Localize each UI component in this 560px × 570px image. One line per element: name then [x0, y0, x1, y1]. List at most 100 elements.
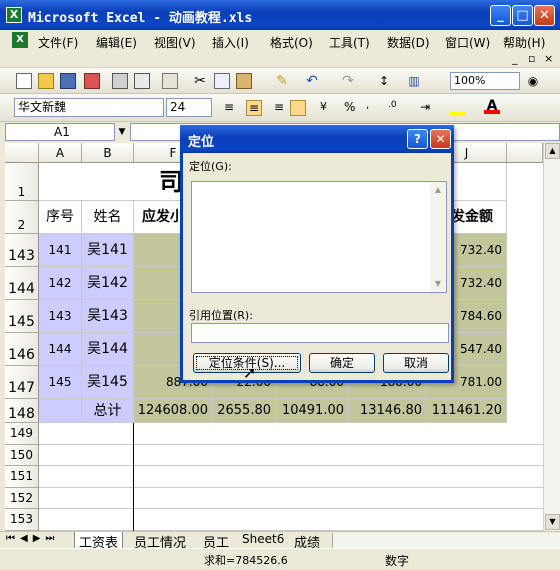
vertical-scrollbar[interactable]: ▲ ▼ — [543, 143, 560, 531]
paste-icon[interactable] — [236, 73, 252, 89]
camera-icon[interactable]: ◉ — [525, 73, 541, 89]
id-cell[interactable]: 144 — [39, 333, 82, 366]
menu-edit[interactable]: 编辑(E) — [96, 34, 137, 51]
column-header-k[interactable] — [507, 143, 543, 163]
total-cell-h[interactable]: 10491.00 — [276, 399, 349, 423]
permission-icon[interactable] — [84, 73, 100, 89]
dialog-close-button[interactable]: ✕ — [430, 129, 451, 149]
ok-button[interactable]: 确定 — [309, 353, 375, 373]
horizontal-scrollbar[interactable] — [332, 533, 560, 548]
redo-icon[interactable]: ↷ — [340, 73, 356, 89]
column-header-b[interactable]: B — [82, 143, 134, 163]
row-header[interactable]: 153 — [5, 509, 39, 531]
row-header[interactable]: 145 — [5, 300, 39, 333]
menu-tools[interactable]: 工具(T) — [329, 34, 370, 51]
increase-decimal-icon[interactable]: .0 — [388, 100, 404, 116]
copy-icon[interactable] — [214, 73, 230, 89]
empty-row-cells[interactable] — [39, 488, 543, 509]
id-cell[interactable]: 142 — [39, 267, 82, 300]
align-left-icon[interactable]: ≡ — [224, 100, 240, 116]
open-icon[interactable] — [38, 73, 54, 89]
sheet-tab[interactable]: Sheet6 — [242, 532, 284, 546]
name-cell[interactable]: 吴141 — [82, 234, 134, 267]
menu-help[interactable]: 帮助(H) — [503, 34, 545, 51]
menu-insert[interactable]: 插入(I) — [212, 34, 249, 51]
menu-format[interactable]: 格式(O) — [270, 34, 313, 51]
row-header[interactable]: 144 — [5, 267, 39, 300]
name-cell[interactable]: 吴145 — [82, 366, 134, 399]
minimize-button[interactable]: _ — [490, 5, 511, 26]
goto-list-scrollbar[interactable]: ▲ ▼ — [430, 182, 446, 292]
font-size-select[interactable]: 24 — [166, 98, 212, 117]
name-cell[interactable]: 吴143 — [82, 300, 134, 333]
indent-icon[interactable]: ⇥ — [420, 100, 436, 116]
row-header[interactable]: 150 — [5, 444, 39, 466]
zoom-select[interactable]: 100% — [450, 72, 520, 90]
sheet-nav-arrows-icon[interactable]: ⏮◀▶⏭ — [6, 533, 59, 544]
align-center-icon[interactable]: ≡ — [246, 100, 262, 116]
name-box[interactable]: A1 — [5, 123, 115, 141]
close-button[interactable]: ✕ — [534, 5, 555, 26]
total-label-cell[interactable]: 总计 — [82, 399, 134, 423]
workbook-icon[interactable]: X — [12, 32, 28, 48]
help-button[interactable]: ? — [407, 129, 428, 149]
row-header[interactable]: 147 — [5, 366, 39, 399]
reference-input[interactable] — [191, 323, 449, 343]
column-header-a[interactable]: A — [39, 143, 82, 163]
select-all-corner[interactable] — [5, 143, 39, 163]
name-cell[interactable]: 吴142 — [82, 267, 134, 300]
total-cell-i[interactable]: 13146.80 — [349, 399, 427, 423]
undo-icon[interactable]: ↶ — [304, 73, 320, 89]
fill-color-icon[interactable] — [450, 100, 466, 116]
id-cell[interactable]: 145 — [39, 366, 82, 399]
header-cell-id[interactable]: 序号 — [39, 201, 82, 234]
menu-file[interactable]: 文件(F) — [38, 34, 78, 51]
font-color-icon[interactable]: A — [484, 98, 500, 114]
currency-icon[interactable]: ¥ — [320, 100, 336, 116]
list-scroll-up-icon[interactable]: ▲ — [430, 182, 446, 198]
menu-window[interactable]: 窗口(W) — [445, 34, 490, 51]
comma-style-icon[interactable]: , — [366, 100, 382, 116]
menu-view[interactable]: 视图(V) — [154, 34, 196, 51]
format-painter-icon[interactable]: ✎ — [274, 73, 290, 89]
goto-list[interactable]: ▲ ▼ — [191, 181, 447, 293]
row-header[interactable]: 146 — [5, 333, 39, 366]
doc-minimize-button[interactable]: _ — [512, 52, 518, 65]
sort-ascending-icon[interactable]: ↕ — [376, 73, 392, 89]
cut-icon[interactable]: ✂ — [192, 73, 208, 89]
print-preview-icon[interactable] — [134, 73, 150, 89]
print-icon[interactable] — [112, 73, 128, 89]
header-cell-name[interactable]: 姓名 — [82, 201, 134, 234]
empty-row-cells[interactable] — [39, 423, 543, 445]
merge-center-icon[interactable] — [290, 100, 306, 116]
align-right-icon[interactable]: ≡ — [268, 100, 284, 116]
list-scroll-down-icon[interactable]: ▼ — [430, 276, 446, 292]
id-cell[interactable]: 141 — [39, 234, 82, 267]
research-icon[interactable] — [162, 73, 178, 89]
id-cell[interactable]: 143 — [39, 300, 82, 333]
excel-app-icon[interactable]: X — [6, 7, 22, 23]
row-header[interactable]: 149 — [5, 423, 39, 445]
scroll-down-icon[interactable]: ▼ — [545, 514, 560, 530]
row-header[interactable]: 148 — [5, 399, 39, 423]
doc-close-button[interactable]: × — [544, 52, 553, 65]
scroll-up-icon[interactable]: ▲ — [545, 143, 560, 159]
total-cell-j[interactable]: 111461.20 — [427, 399, 507, 423]
row-header[interactable]: 143 — [5, 234, 39, 267]
menu-data[interactable]: 数据(D) — [387, 34, 430, 51]
chart-wizard-icon[interactable]: ▥ — [406, 73, 422, 89]
cancel-button[interactable]: 取消 — [383, 353, 449, 373]
empty-row-cells[interactable] — [39, 509, 543, 531]
row-header[interactable]: 152 — [5, 487, 39, 509]
new-icon[interactable] — [16, 73, 32, 89]
total-cell-g[interactable]: 2655.80 — [213, 399, 276, 423]
maximize-button[interactable]: □ — [512, 5, 533, 26]
row-header[interactable]: 2 — [5, 201, 39, 234]
total-cell-f[interactable]: 124608.00 — [134, 399, 213, 423]
row-header[interactable]: 151 — [5, 466, 39, 488]
font-name-select[interactable]: 华文新魏 — [14, 98, 164, 117]
percent-icon[interactable]: % — [344, 100, 360, 116]
doc-restore-button[interactable]: ▫ — [528, 52, 535, 65]
row-header[interactable]: 1 — [5, 163, 39, 201]
empty-row-cells[interactable] — [39, 466, 543, 488]
